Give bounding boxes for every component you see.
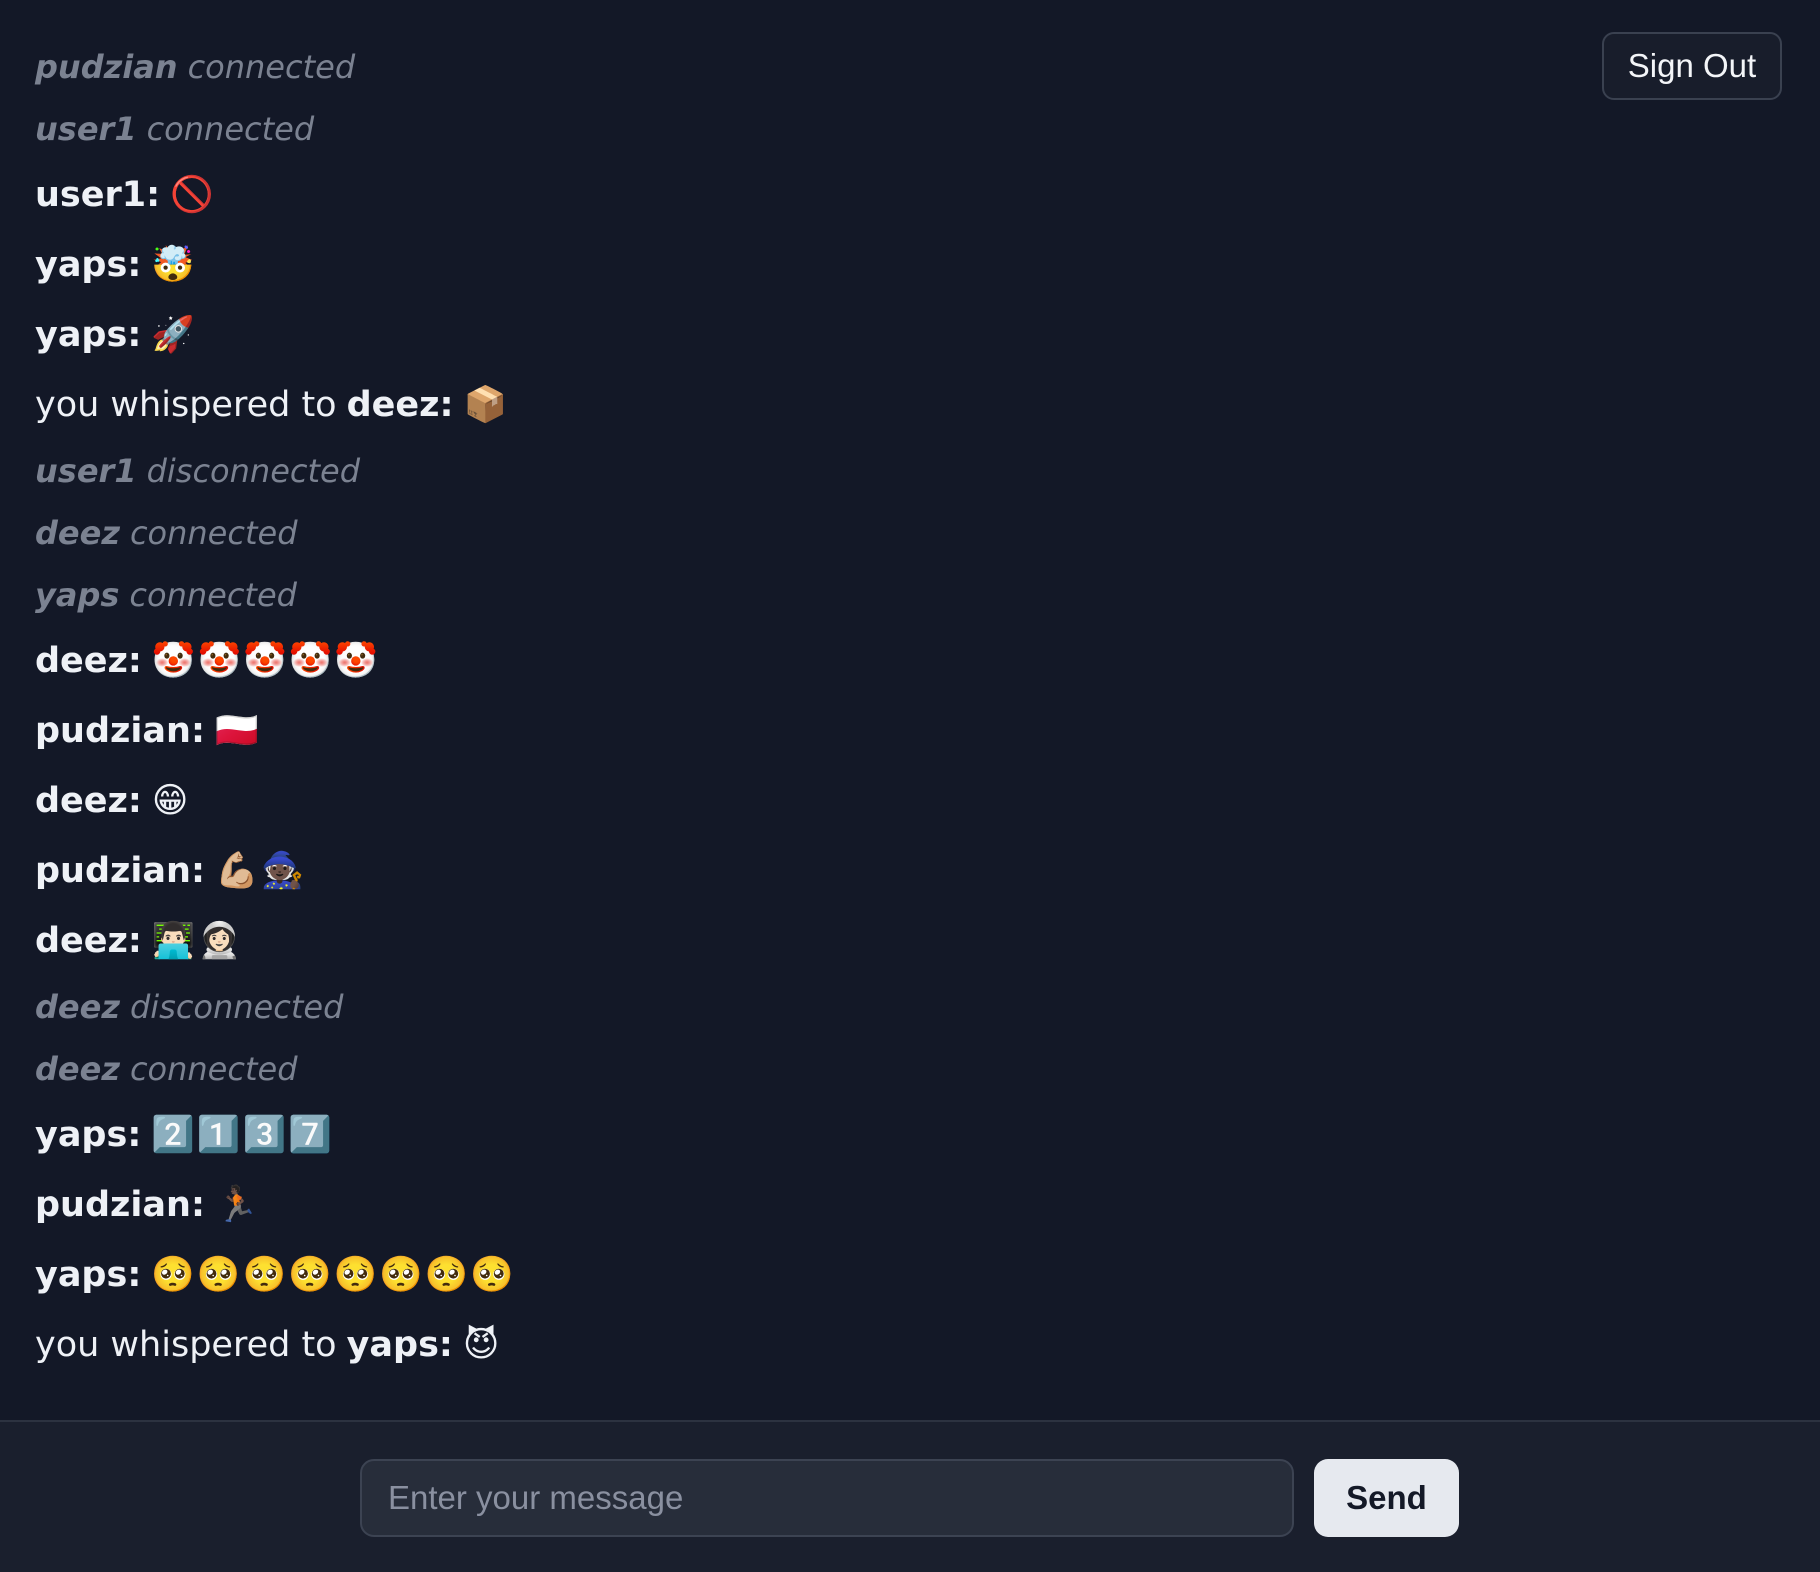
- message-username: yaps: [35, 1255, 128, 1295]
- chat-message: deez: 🤡🤡🤡🤡🤡: [35, 626, 1820, 696]
- message-composer: Send: [0, 1420, 1820, 1572]
- chat-message: yaps: 🚀: [35, 300, 1820, 370]
- message-content: 😁: [151, 781, 191, 821]
- message-username: pudzian: [35, 711, 191, 751]
- status-text: disconnected: [129, 988, 344, 1026]
- whisper-message: you whispered to deez: 📦: [35, 370, 1820, 440]
- status-message: pudzian connected: [35, 36, 1820, 98]
- status-text: connected: [129, 1050, 298, 1088]
- message-content: 🏃🏿: [214, 1185, 261, 1225]
- message-content: 🚀: [151, 315, 197, 355]
- message-username: user1: [35, 110, 137, 148]
- username-separator: :: [127, 1115, 142, 1155]
- message-content: 👨🏻‍💻👩🏻‍🚀: [151, 921, 244, 961]
- message-content: 2️⃣1️⃣3️⃣7️⃣: [151, 1115, 334, 1155]
- message-username: deez: [35, 921, 128, 961]
- message-username: deez: [35, 1050, 120, 1088]
- message-username: yaps: [346, 1325, 439, 1365]
- message-content: 🚫: [170, 175, 216, 215]
- message-username: deez: [35, 514, 120, 552]
- chat-message: deez: 👨🏻‍💻👩🏻‍🚀: [35, 906, 1820, 976]
- message-input[interactable]: [360, 1459, 1294, 1537]
- message-content: 😈: [462, 1325, 502, 1365]
- message-content: 🤡🤡🤡🤡🤡: [151, 641, 380, 681]
- status-text: disconnected: [146, 452, 361, 490]
- chat-message: pudzian: 🇵🇱: [35, 696, 1820, 766]
- message-content: 📦: [463, 385, 510, 425]
- message-username: yaps: [35, 576, 120, 614]
- username-separator: :: [439, 385, 454, 425]
- message-username: user1: [35, 175, 147, 215]
- message-content: 💪🏼🧙🏿: [214, 851, 307, 891]
- username-separator: :: [438, 1325, 453, 1365]
- send-button[interactable]: Send: [1314, 1459, 1459, 1537]
- chat-message: pudzian: 🏃🏿: [35, 1170, 1820, 1240]
- status-message: user1 disconnected: [35, 440, 1820, 502]
- chat-message: pudzian: 💪🏼🧙🏿: [35, 836, 1820, 906]
- message-username: yaps: [35, 1115, 128, 1155]
- message-username: deez: [346, 385, 440, 425]
- chat-app: pudzian connected user1 connected user1: 🚫 yap…: [0, 0, 1820, 1572]
- status-message: deez connected: [35, 502, 1820, 564]
- message-username: yaps: [35, 315, 128, 355]
- chat-message: deez: 😁: [35, 766, 1820, 836]
- username-separator: :: [127, 245, 142, 285]
- status-text: connected: [129, 514, 298, 552]
- whisper-prefix: you whispered to: [35, 1325, 337, 1365]
- message-content: 🇵🇱: [214, 711, 261, 751]
- username-separator: :: [146, 175, 161, 215]
- message-username: user1: [35, 452, 137, 490]
- message-username: deez: [35, 781, 128, 821]
- message-username: pudzian: [35, 851, 191, 891]
- username-separator: :: [190, 851, 205, 891]
- whisper-message: you whispered to yaps: 😈: [35, 1310, 1820, 1380]
- message-content: 🥺🥺🥺🥺🥺🥺🥺🥺: [151, 1255, 516, 1295]
- username-separator: :: [190, 711, 205, 751]
- message-username: deez: [35, 988, 120, 1026]
- sign-out-button[interactable]: Sign Out: [1602, 32, 1782, 100]
- chat-message: yaps: 🥺🥺🥺🥺🥺🥺🥺🥺: [35, 1240, 1820, 1310]
- message-username: deez: [35, 641, 128, 681]
- status-text: connected: [187, 48, 356, 86]
- status-text: connected: [146, 110, 315, 148]
- username-separator: :: [127, 781, 142, 821]
- message-username: pudzian: [35, 48, 178, 86]
- chat-message: yaps: 🤯: [35, 230, 1820, 300]
- chat-message: yaps:2️⃣1️⃣3️⃣7️⃣: [35, 1100, 1820, 1170]
- status-message: deez disconnected: [35, 976, 1820, 1038]
- chat-message: user1: 🚫: [35, 160, 1820, 230]
- status-message: yaps connected: [35, 564, 1820, 626]
- message-content: 🤯: [151, 245, 197, 285]
- username-separator: :: [190, 1185, 205, 1225]
- username-separator: :: [127, 315, 142, 355]
- status-message: deez connected: [35, 1038, 1820, 1100]
- username-separator: :: [127, 921, 142, 961]
- message-username: yaps: [35, 245, 128, 285]
- message-username: pudzian: [35, 1185, 191, 1225]
- status-text: connected: [129, 576, 297, 614]
- username-separator: :: [127, 641, 142, 681]
- message-list: pudzian connected user1 connected user1: 🚫 yap…: [0, 0, 1820, 1420]
- whisper-prefix: you whispered to: [35, 385, 337, 425]
- username-separator: :: [127, 1255, 142, 1295]
- status-message: user1 connected: [35, 98, 1820, 160]
